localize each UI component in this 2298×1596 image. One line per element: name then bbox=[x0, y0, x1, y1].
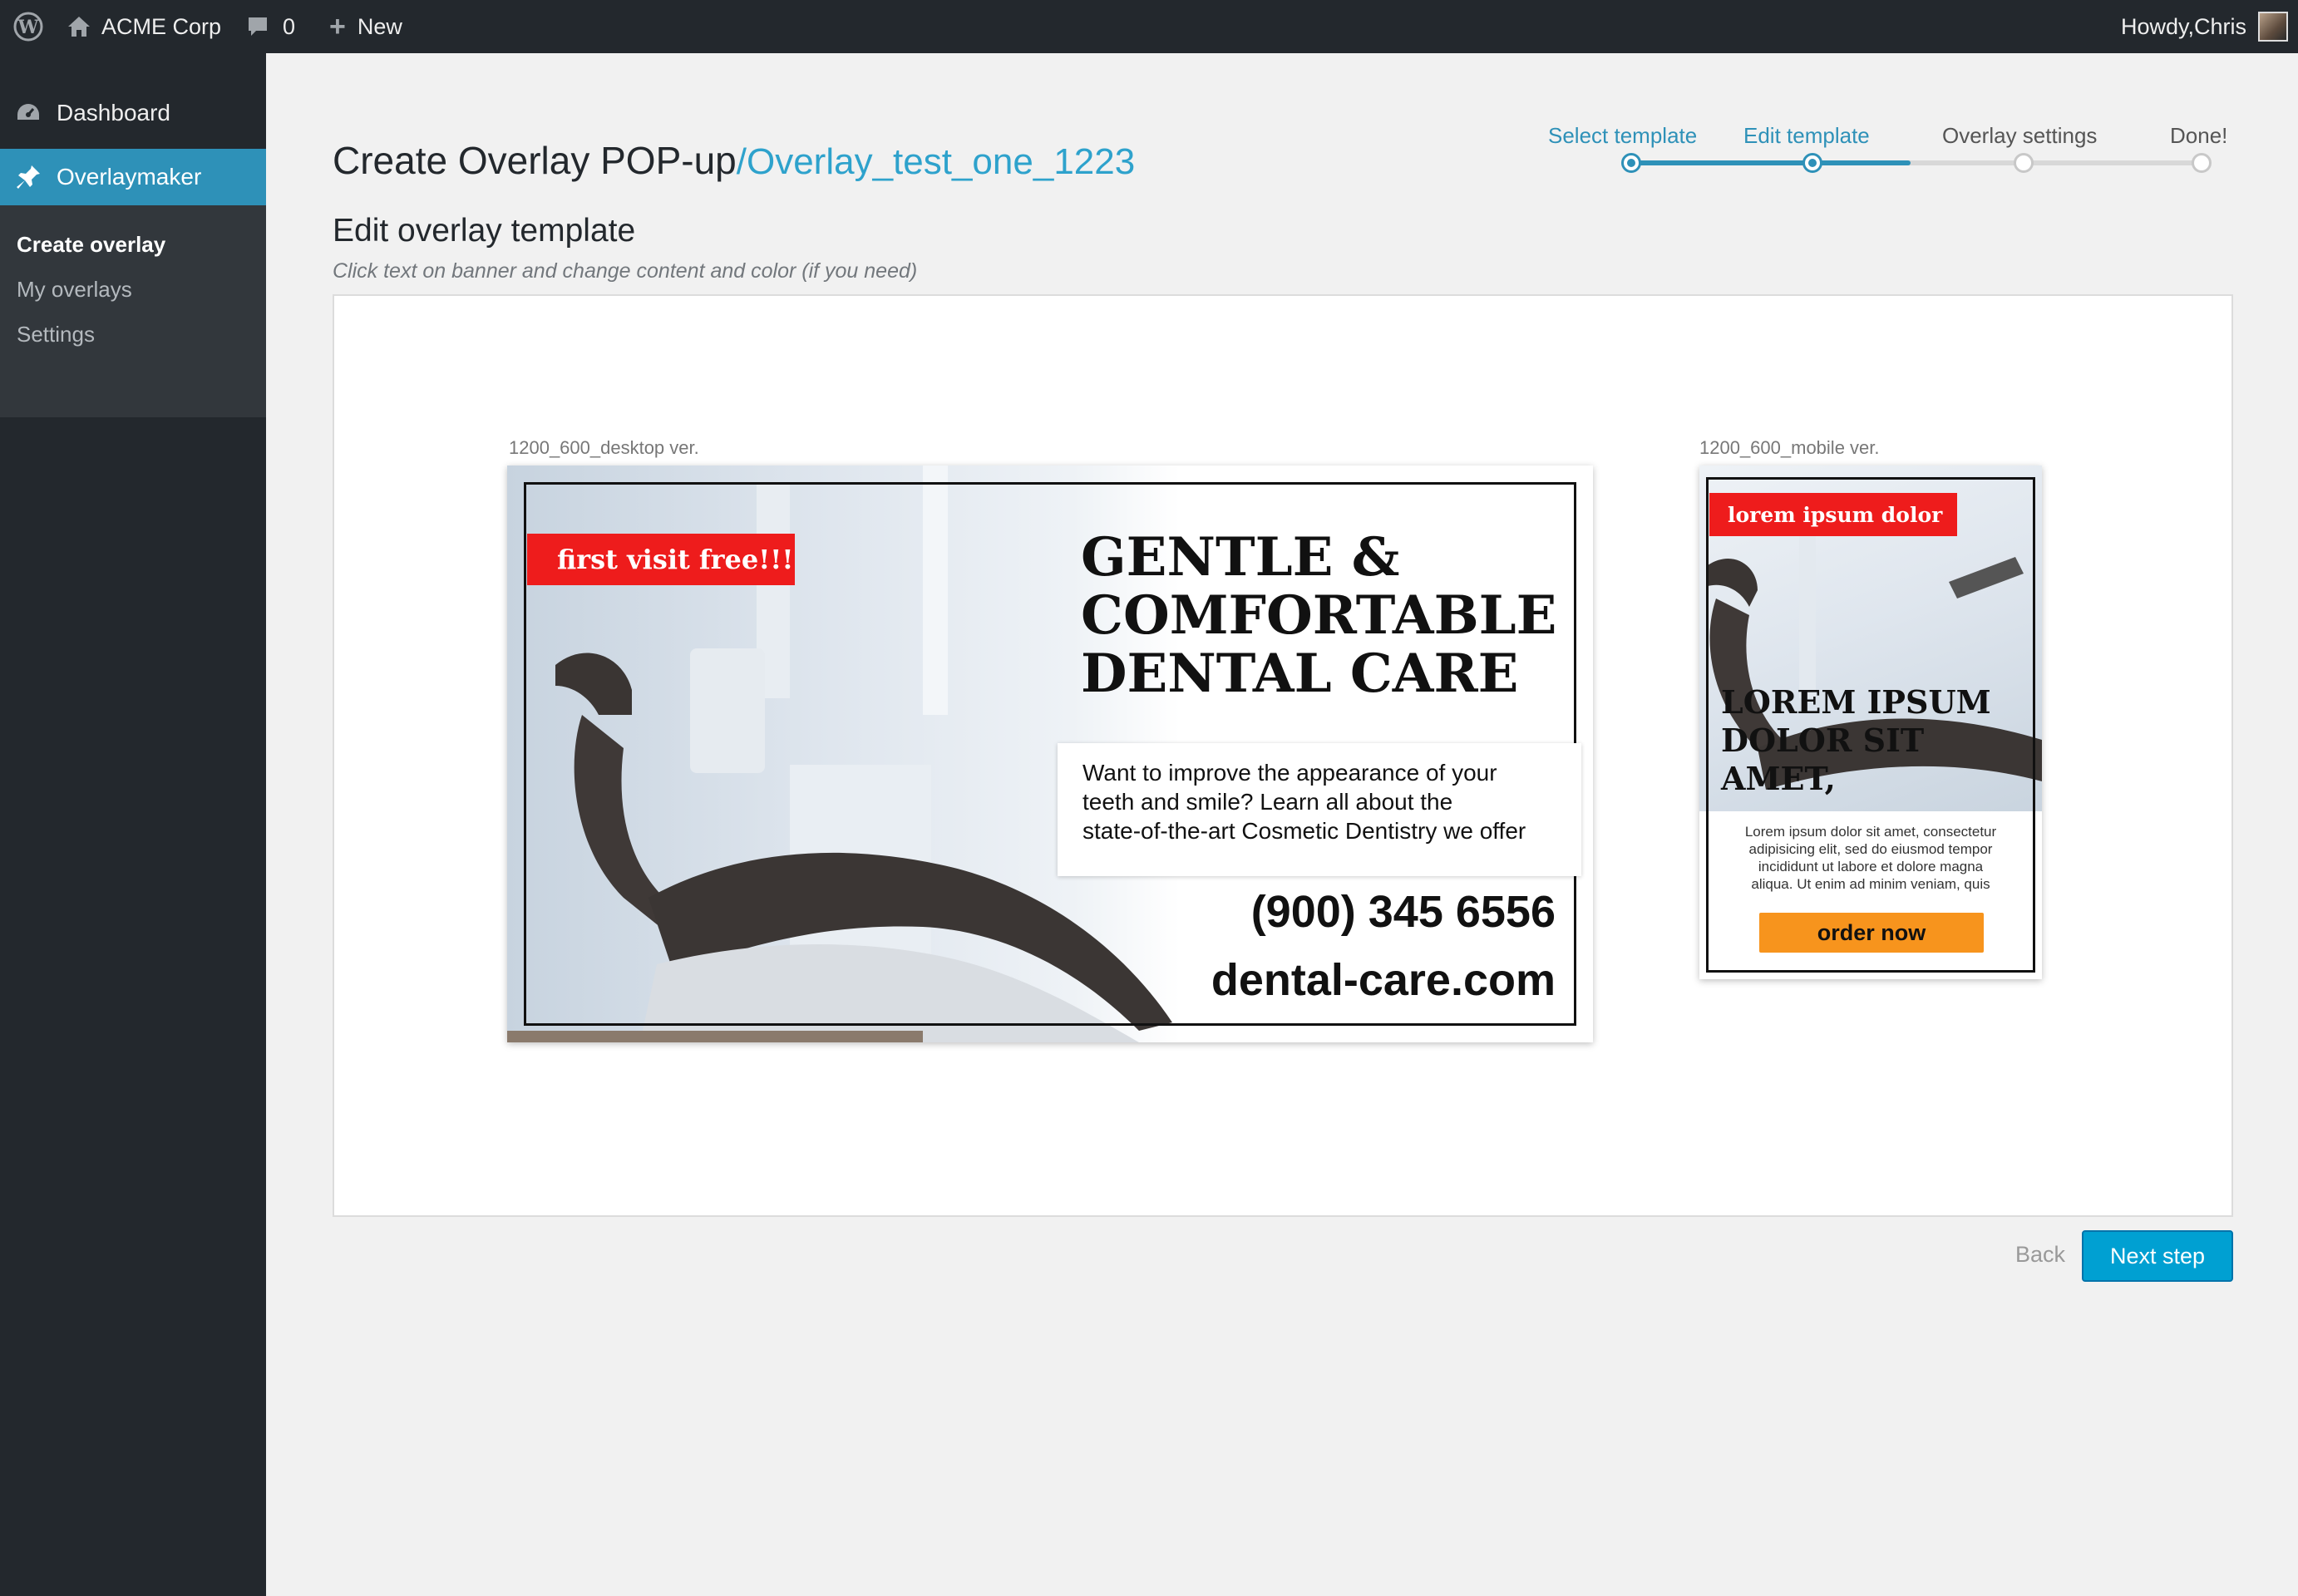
step-edit-template[interactable]: Edit template bbox=[1743, 123, 1870, 149]
comment-icon bbox=[246, 15, 269, 38]
headline-line: AMET, bbox=[1721, 760, 1836, 797]
overlaymaker-submenu: Create overlay My overlays Settings bbox=[0, 205, 266, 417]
new-label: New bbox=[357, 13, 402, 39]
mobile-banner[interactable]: lorem ipsum dolor LOREM IPSUM DOLOR SIT … bbox=[1699, 466, 2042, 979]
submenu-create-overlay[interactable]: Create overlay bbox=[0, 222, 266, 267]
page-title: Create Overlay POP-up/Overlay_test_one_1… bbox=[333, 138, 1135, 183]
step-dot-2 bbox=[1802, 153, 1822, 173]
mobile-headline[interactable]: LOREM IPSUM DOLOR SIT AMET, bbox=[1721, 683, 2029, 798]
headline-line: COMFORTABLE bbox=[1081, 584, 1557, 647]
body-line: aliqua. Ut enim ad minim veniam, quis bbox=[1751, 876, 1990, 892]
home-icon bbox=[67, 15, 91, 38]
dashboard-icon bbox=[0, 101, 57, 125]
step-dot-3 bbox=[2014, 153, 2034, 173]
desktop-banner[interactable]: first visit free!!! GENTLE & COMFORTABLE… bbox=[507, 466, 1593, 1042]
body-line: incididunt ut labore et dolore magna bbox=[1758, 859, 1984, 874]
desktop-size-label: 1200_600_desktop ver. bbox=[509, 437, 699, 458]
plus-icon: + bbox=[329, 10, 346, 42]
admin-bar: W ACME Corp 0 + New Howdy,Chris bbox=[0, 0, 2298, 53]
page-title-main: Create Overlay POP-up bbox=[333, 139, 737, 182]
desktop-body-text[interactable]: Want to improve the appearance of your t… bbox=[1058, 743, 1581, 876]
desktop-url[interactable]: dental-care.com bbox=[1211, 954, 1556, 1006]
section-heading: Edit overlay template bbox=[333, 213, 636, 249]
body-line: Lorem ipsum dolor sit amet, consectetur bbox=[1744, 824, 1997, 840]
order-now-button[interactable]: order now bbox=[1759, 913, 1984, 953]
back-button[interactable]: Back bbox=[2015, 1242, 2065, 1268]
howdy-user-link[interactable]: Howdy,Chris bbox=[2121, 0, 2246, 53]
overlay-name: /Overlay_test_one_1223 bbox=[736, 141, 1136, 182]
headline-line: DENTAL CARE bbox=[1081, 643, 1519, 705]
step-select-template[interactable]: Select template bbox=[1548, 123, 1697, 149]
mobile-promo-tag[interactable]: lorem ipsum dolor bbox=[1709, 493, 1957, 536]
step-overlay-settings: Overlay settings bbox=[1942, 123, 2098, 148]
svg-text:W: W bbox=[17, 17, 39, 38]
desktop-phone[interactable]: (900) 345 6556 bbox=[1251, 886, 1556, 938]
step-done: Done! bbox=[2170, 123, 2228, 148]
body-line: state-of-the-art Cosmetic Dentistry we o… bbox=[1082, 818, 1526, 844]
comments-link[interactable]: 0 bbox=[246, 0, 295, 53]
next-step-button[interactable]: Next step bbox=[2082, 1230, 2233, 1282]
sidebar-item-overlaymaker[interactable]: Overlaymaker bbox=[0, 149, 266, 205]
headline-line: DOLOR SIT bbox=[1721, 722, 1925, 759]
submenu-settings[interactable]: Settings bbox=[0, 312, 266, 357]
step-dot-1 bbox=[1621, 153, 1641, 173]
sidebar-item-dashboard[interactable]: Dashboard bbox=[0, 83, 266, 143]
avatar[interactable] bbox=[2258, 12, 2288, 42]
new-content-link[interactable]: + New bbox=[329, 0, 402, 53]
sidebar-item-label: Overlaymaker bbox=[57, 164, 202, 190]
desktop-promo-tag[interactable]: first visit free!!! bbox=[527, 534, 795, 585]
headline-line: LOREM IPSUM bbox=[1721, 683, 1991, 721]
wordpress-logo-icon[interactable]: W bbox=[13, 0, 50, 53]
stepper-progress bbox=[1630, 160, 1911, 165]
site-name-label: ACME Corp bbox=[101, 13, 222, 39]
mobile-size-label: 1200_600_mobile ver. bbox=[1699, 437, 1880, 458]
mobile-body-text[interactable]: Lorem ipsum dolor sit amet, consectetur … bbox=[1724, 823, 2017, 893]
pin-icon bbox=[0, 164, 57, 190]
desktop-headline[interactable]: GENTLE & COMFORTABLE DENTAL CARE bbox=[1081, 529, 1580, 703]
section-hint: Click text on banner and change content … bbox=[333, 259, 918, 283]
submenu-my-overlays[interactable]: My overlays bbox=[0, 267, 266, 312]
body-line: teeth and smile? Learn all about the bbox=[1082, 789, 1453, 815]
comments-count: 0 bbox=[283, 13, 296, 39]
step-dot-4 bbox=[2192, 153, 2212, 173]
sidebar-item-label: Dashboard bbox=[57, 100, 170, 126]
admin-sidebar: Dashboard Overlaymaker Create overlay My… bbox=[0, 53, 266, 1596]
site-name-link[interactable]: ACME Corp bbox=[67, 0, 221, 53]
body-line: adipisicing elit, sed do eiusmod tempor bbox=[1748, 841, 1993, 857]
headline-line: GENTLE & bbox=[1081, 526, 1400, 589]
body-line: Want to improve the appearance of your bbox=[1082, 760, 1497, 786]
